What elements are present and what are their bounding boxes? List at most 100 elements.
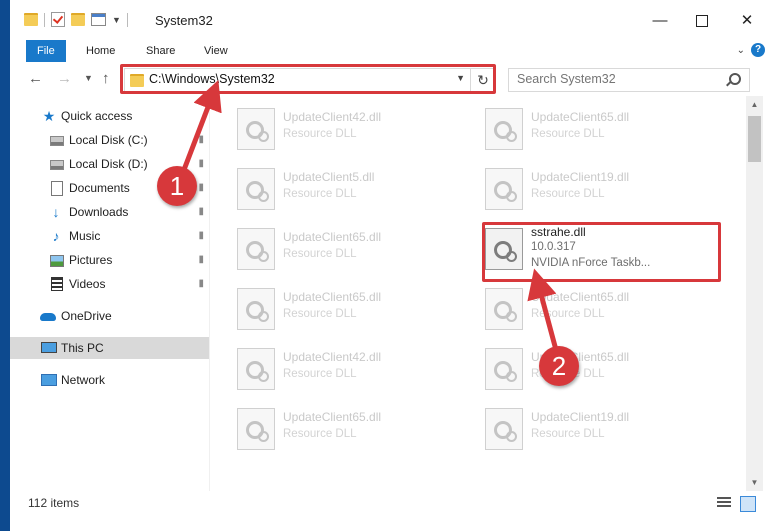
dll-file-icon [237, 408, 275, 450]
dll-file-icon [485, 408, 523, 450]
file-tile[interactable]: UpdateClient42.dll Resource DLL [210, 100, 450, 156]
videos-icon [51, 277, 63, 291]
file-highlight-box [482, 222, 721, 282]
item-count: 112 items [28, 496, 80, 510]
sidebar-item-label: Pictures [69, 253, 113, 267]
file-tile[interactable]: UpdateClient65.dll Resource DLL [210, 220, 450, 276]
sidebar-item-network[interactable]: Network [10, 369, 209, 391]
star-icon: ★ [42, 108, 56, 124]
vertical-scrollbar[interactable]: ▲ ▼ [746, 96, 763, 491]
recent-locations-chevron-icon[interactable]: ▼ [84, 73, 93, 83]
ribbon-tabs: File Home Share View ⌄ ? [10, 40, 769, 63]
tab-share[interactable]: Share [134, 40, 187, 62]
window-title: System32 [155, 13, 213, 28]
documents-icon [51, 181, 63, 196]
file-name: UpdateClient65.dll [531, 110, 630, 124]
pin-icon[interactable]: ▮ [198, 201, 204, 223]
dll-file-icon [485, 108, 523, 150]
dll-file-icon [485, 168, 523, 210]
large-icons-view-icon[interactable] [740, 496, 756, 512]
disk-icon [50, 160, 64, 170]
file-type: Resource DLL [531, 128, 605, 140]
close-button[interactable]: ✕ [727, 8, 767, 34]
sidebar-item-onedrive[interactable]: OneDrive [10, 305, 209, 327]
new-folder-icon[interactable] [71, 13, 85, 26]
forward-arrow-icon[interactable]: → [57, 70, 72, 87]
file-tile[interactable]: UpdateClient19.dll Resource DLL [458, 160, 698, 216]
file-type: Resource DLL [283, 428, 357, 440]
maximize-icon [696, 15, 708, 28]
step-2-badge: 2 [539, 346, 579, 386]
help-icon[interactable]: ? [751, 43, 765, 57]
customize-toolbar-icon[interactable] [91, 13, 106, 26]
sidebar-item-label: OneDrive [61, 309, 112, 323]
search-box[interactable] [508, 68, 750, 92]
scroll-down-icon[interactable]: ▼ [746, 474, 763, 491]
tab-home[interactable]: Home [74, 40, 127, 62]
back-arrow-icon[interactable]: ← [28, 70, 43, 87]
address-bar-highlight-box [120, 64, 496, 94]
pin-icon[interactable]: ▮ [198, 153, 204, 175]
status-bar: 112 items [10, 491, 769, 531]
chevron-down-icon[interactable]: ⌄ [737, 45, 745, 56]
chevron-down-icon[interactable]: ▼ [112, 15, 121, 25]
tab-file[interactable]: File [26, 40, 66, 62]
details-view-icon[interactable] [717, 497, 731, 509]
search-icon[interactable] [729, 73, 741, 85]
sidebar-item-label: Network [61, 373, 106, 387]
sidebar-item-label: This PC [61, 341, 104, 355]
file-tile[interactable]: UpdateClient65.dll Resource DLL [210, 400, 450, 456]
quick-access-toolbar: ▼ [24, 12, 128, 27]
minimize-button[interactable]: — [640, 8, 680, 34]
music-icon: ♪ [52, 228, 60, 244]
file-name: UpdateClient65.dll [283, 290, 382, 304]
file-tile[interactable]: UpdateClient19.dll Resource DLL [458, 400, 698, 456]
pin-icon[interactable]: ▮ [198, 225, 204, 247]
step-1-badge: 1 [157, 166, 197, 206]
onedrive-icon [40, 313, 56, 321]
sidebar-item-label: Local Disk (D:) [69, 157, 148, 171]
scroll-thumb[interactable] [748, 116, 761, 162]
search-input[interactable] [509, 69, 727, 89]
file-type: Resource DLL [531, 308, 605, 320]
pin-icon[interactable]: ▮ [198, 273, 204, 295]
file-tile[interactable]: UpdateClient65.dll Resource DLL [458, 100, 698, 156]
sidebar-item-this-pc[interactable]: This PC [10, 337, 209, 359]
network-icon [41, 374, 57, 386]
sidebar-item-videos[interactable]: Videos ▮ [10, 273, 209, 295]
toolbar-divider [126, 12, 128, 27]
file-name: UpdateClient42.dll [283, 110, 382, 124]
file-tile[interactable]: UpdateClient5.dll Resource DLL [210, 160, 450, 216]
sidebar-item-quick-access[interactable]: ★ Quick access [10, 105, 209, 127]
dll-file-icon [237, 168, 275, 210]
dll-file-icon [485, 348, 523, 390]
pin-icon[interactable]: ▮ [198, 249, 204, 271]
disk-icon [50, 136, 64, 146]
file-tile[interactable]: UpdateClient42.dll Resource DLL [210, 340, 450, 396]
dll-file-icon [237, 288, 275, 330]
file-name: UpdateClient5.dll [283, 170, 375, 184]
pin-icon[interactable]: ▮ [198, 177, 204, 199]
sidebar-item-local-disk-c[interactable]: Local Disk (C:) ▮ [10, 129, 209, 151]
properties-check-icon[interactable] [51, 12, 65, 27]
file-type: Resource DLL [283, 128, 357, 140]
file-tile[interactable]: UpdateClient65.dll Resource DLL [458, 280, 698, 336]
dll-file-icon [237, 348, 275, 390]
downloads-icon: ↓ [52, 204, 60, 220]
up-arrow-icon[interactable]: ↑ [102, 70, 110, 87]
ribbon-controls: ⌄ ? [737, 43, 765, 57]
maximize-button[interactable] [682, 8, 722, 34]
this-pc-icon [41, 342, 57, 353]
dll-file-icon [237, 228, 275, 270]
sidebar-item-label: Downloads [69, 205, 129, 219]
file-name: UpdateClient19.dll [531, 170, 630, 184]
tab-view[interactable]: View [192, 40, 240, 62]
file-type: Resource DLL [531, 428, 605, 440]
scroll-up-icon[interactable]: ▲ [746, 96, 763, 113]
desktop-background [0, 0, 10, 531]
file-name: UpdateClient65.dll [283, 410, 382, 424]
file-tile[interactable]: UpdateClient65.dll Resource DLL [210, 280, 450, 336]
pin-icon[interactable]: ▮ [198, 129, 204, 151]
sidebar-item-music[interactable]: ♪ Music ▮ [10, 225, 209, 247]
sidebar-item-pictures[interactable]: Pictures ▮ [10, 249, 209, 271]
